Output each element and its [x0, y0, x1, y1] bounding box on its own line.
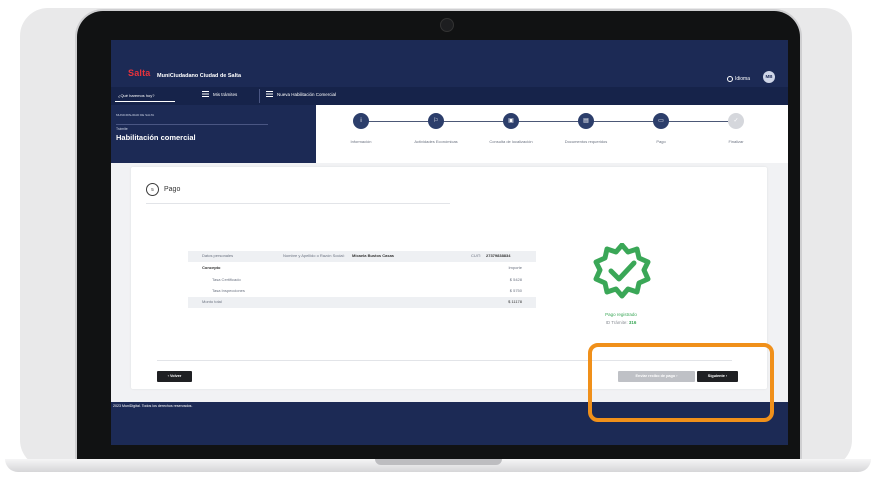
name-label: Nombre y Apellido o Razón Social:: [283, 253, 345, 258]
step-label-activities: Actividades Económicas: [414, 139, 458, 144]
step-document-icon[interactable]: ▤: [578, 113, 594, 129]
list-icon: [202, 91, 209, 97]
step-payment-icon[interactable]: ▭: [653, 113, 669, 129]
my-procedures-label: Mis trámites: [213, 91, 238, 97]
section-divider: [146, 203, 450, 204]
copyright: 2023 MuniDigital. Todos los derechos res…: [113, 404, 193, 408]
step-label-finish: Finalizar: [728, 139, 744, 144]
payment-registered-label: Pago registrado: [605, 312, 637, 317]
amount-header: Importe: [508, 265, 522, 270]
step-label-documents: Documentos requeridos: [564, 139, 608, 144]
procedure-label: Trámite: [116, 127, 128, 131]
procedure-title: Habilitación comercial: [116, 133, 196, 142]
concept-cell: Tasa Inspecciones: [212, 288, 245, 293]
step-label-location: Consulta de localización: [489, 139, 533, 144]
amount-cell: $ 5428: [509, 277, 522, 282]
step-finish-icon[interactable]: ✓: [728, 113, 744, 129]
table-row: Tasa Inspecciones $ 5750: [188, 286, 536, 297]
avatar[interactable]: MB: [763, 71, 775, 83]
table-header: Concepto Importe: [188, 263, 536, 274]
cuit-value: 27379838834: [486, 253, 511, 258]
stepper-line: [361, 121, 736, 122]
procedure-id-label: ID Trámite:: [605, 320, 628, 325]
payment-success-check-icon: [593, 243, 651, 299]
new-procedure-label: Nueva Habilitación Comercial: [277, 91, 337, 97]
table-total-row: Monto total $ 11178: [188, 297, 536, 308]
step-label-payment: Pago: [656, 139, 666, 144]
section-title: Pago: [164, 186, 181, 193]
total-label: Monto total: [202, 299, 222, 304]
municipality-label: MUNICIPALIDAD DE SALTA: [116, 113, 155, 117]
table-row: Datos personales Nombre y Apellido o Raz…: [188, 251, 536, 262]
back-label: Volver: [170, 374, 182, 378]
divider: [116, 124, 268, 125]
procedure-id-value: 316: [628, 320, 637, 325]
app-title: MuniCiudadano Ciudad de Salta: [157, 73, 242, 79]
section-number-badge: 5: [146, 183, 159, 196]
step-info-icon[interactable]: i: [353, 113, 369, 129]
globe-icon: [727, 76, 733, 82]
top-bar: [111, 40, 788, 87]
salta-logo[interactable]: Salta: [128, 68, 151, 78]
camera-icon: [440, 18, 454, 32]
payment-table: Datos personales Nombre y Apellido o Raz…: [188, 251, 536, 318]
sub-divider: [259, 89, 260, 103]
concept-cell: Tasa Certificado: [212, 277, 241, 282]
language-selector[interactable]: Idioma: [727, 76, 750, 82]
step-store-icon[interactable]: ⚐: [428, 113, 444, 129]
list-icon: [266, 91, 273, 97]
step-map-icon[interactable]: ▣: [503, 113, 519, 129]
personal-data-label: Datos personales: [202, 253, 234, 258]
cuit-label: CUIT:: [471, 253, 481, 258]
amount-cell: $ 5750: [509, 288, 522, 293]
laptop-notch: [375, 459, 502, 465]
concept-header: Concepto: [202, 265, 221, 270]
buttons-highlight-box: [588, 343, 774, 422]
language-label: Idioma: [735, 76, 751, 82]
name-value: Micaela Bustos Casas: [352, 253, 395, 258]
procedure-id: ID Trámite: 316: [581, 320, 661, 325]
what-to-do-dropdown[interactable]: ¿Qué haremos hoy?: [115, 90, 175, 102]
stepper: [316, 105, 788, 163]
new-procedure-link[interactable]: Nueva Habilitación Comercial: [266, 91, 336, 97]
total-amount: $ 11178: [508, 299, 522, 304]
step-label-info: Información: [350, 139, 372, 144]
table-row: Tasa Certificado $ 5428: [188, 275, 536, 286]
back-button[interactable]: ‹ Volver: [157, 371, 192, 382]
brand-name: Salta: [128, 68, 151, 78]
my-procedures-link[interactable]: Mis trámites: [202, 91, 237, 97]
